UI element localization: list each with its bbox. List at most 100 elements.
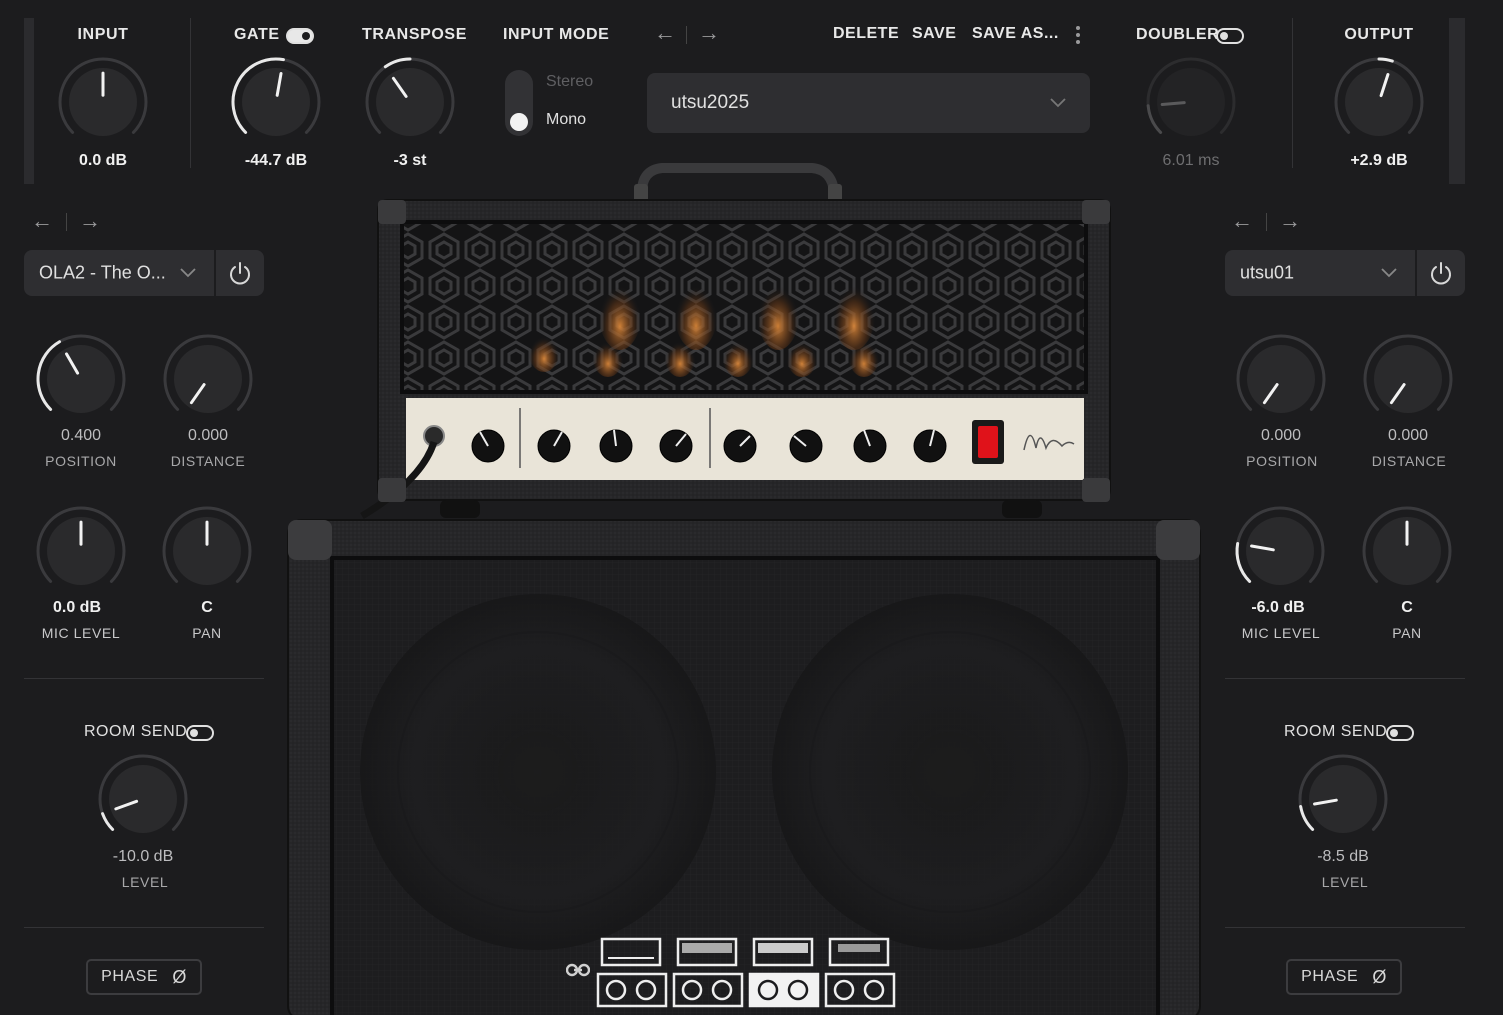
- power-icon: [230, 262, 250, 285]
- right-position-value: 0.000: [1260, 427, 1302, 444]
- left-position-value: 0.400: [60, 427, 102, 444]
- cab-option-selected[interactable]: [748, 936, 820, 1008]
- link-icon[interactable]: [565, 960, 591, 980]
- left-position-label: POSITION: [45, 453, 117, 469]
- input-value: 0.0 dB: [78, 152, 127, 169]
- right-mic-level-label: MIC LEVEL: [1241, 625, 1321, 641]
- divider: [686, 26, 687, 44]
- left-edge-bar: [24, 18, 34, 184]
- right-position-knob[interactable]: [1235, 333, 1327, 425]
- left-distance-value: 0.000: [187, 427, 229, 444]
- chevron-down-icon: [1050, 98, 1066, 108]
- right-distance-value: 0.000: [1387, 427, 1429, 444]
- input-label: INPUT: [77, 26, 129, 43]
- doubler-knob[interactable]: [1145, 56, 1237, 148]
- preset-prev-arrow-icon[interactable]: ←: [654, 22, 676, 44]
- left-distance-label: DISTANCE: [170, 453, 246, 469]
- right-pan-label: PAN: [1392, 625, 1422, 641]
- input-mode-mono[interactable]: Mono: [546, 111, 586, 129]
- gate-knob[interactable]: [230, 56, 322, 148]
- output-label: OUTPUT: [1344, 26, 1414, 43]
- right-position-label: POSITION: [1246, 453, 1318, 469]
- cab-selector: [596, 936, 896, 1008]
- left-power-button[interactable]: [214, 250, 264, 296]
- divider: [1292, 18, 1293, 168]
- left-pan-label: PAN: [192, 625, 222, 641]
- preset-dropdown[interactable]: utsu2025: [647, 73, 1090, 133]
- divider: [1225, 927, 1465, 928]
- output-value: +2.9 dB: [1350, 152, 1408, 169]
- left-cab-prev-arrow-icon[interactable]: ←: [31, 210, 53, 232]
- left-cab-name: OLA2 - The O...: [39, 262, 166, 283]
- gate-label: GATE: [234, 26, 280, 43]
- left-pan-value: C: [201, 599, 213, 616]
- phase-icon: Ø: [1372, 966, 1387, 987]
- input-mode-thumb: [510, 113, 528, 131]
- cab-option[interactable]: [596, 936, 668, 1008]
- left-room-level-value: -10.0 dB: [112, 848, 174, 865]
- input-knob[interactable]: [57, 56, 149, 148]
- right-phase-button[interactable]: PHASE Ø: [1286, 959, 1402, 995]
- preset-name: utsu2025: [671, 92, 750, 113]
- right-room-level-label: LEVEL: [1321, 874, 1369, 890]
- divider: [1266, 213, 1267, 231]
- right-room-level-knob[interactable]: [1297, 753, 1389, 845]
- left-cab-dropdown[interactable]: OLA2 - The O...: [24, 250, 214, 296]
- left-mic-level-value: 0.0 dB: [52, 599, 101, 616]
- left-phase-button[interactable]: PHASE Ø: [86, 959, 202, 995]
- transpose-label: TRANSPOSE: [362, 26, 467, 43]
- left-mic-level-knob[interactable]: [35, 505, 127, 597]
- left-room-send-label: ROOM SEND: [84, 723, 188, 740]
- right-cab-dropdown[interactable]: utsu01: [1225, 250, 1415, 296]
- left-phase-label: PHASE: [101, 968, 159, 985]
- input-mode-switch[interactable]: [505, 70, 533, 136]
- right-cab-prev-arrow-icon[interactable]: ←: [1231, 210, 1253, 232]
- right-distance-knob[interactable]: [1362, 333, 1454, 425]
- input-mode-stereo[interactable]: Stereo: [546, 73, 593, 91]
- doubler-toggle[interactable]: [1216, 28, 1244, 44]
- left-distance-knob[interactable]: [162, 333, 254, 425]
- save-button[interactable]: SAVE: [912, 25, 956, 43]
- divider: [1225, 678, 1465, 679]
- left-cab-next-arrow-icon[interactable]: →: [79, 210, 101, 232]
- divider: [24, 678, 264, 679]
- divider: [66, 213, 67, 231]
- amp-visual: [282, 160, 1206, 1015]
- doubler-label: DOUBLER: [1136, 26, 1220, 43]
- right-edge-bar: [1449, 18, 1465, 184]
- transpose-knob[interactable]: [364, 56, 456, 148]
- left-mic-level-label: MIC LEVEL: [41, 625, 121, 641]
- output-knob[interactable]: [1333, 56, 1425, 148]
- delete-button[interactable]: DELETE: [833, 25, 899, 43]
- left-position-knob[interactable]: [35, 333, 127, 425]
- save-as-button[interactable]: SAVE AS...: [972, 25, 1059, 43]
- right-mic-level-knob[interactable]: [1234, 505, 1326, 597]
- divider: [190, 18, 191, 168]
- chevron-down-icon: [1381, 268, 1397, 278]
- phase-icon: Ø: [172, 966, 187, 987]
- right-room-send-toggle[interactable]: [1386, 725, 1414, 741]
- cab-option[interactable]: [672, 936, 744, 1008]
- right-power-button[interactable]: [1415, 250, 1465, 296]
- left-room-level-label: LEVEL: [121, 874, 169, 890]
- right-pan-value: C: [1401, 599, 1413, 616]
- divider: [24, 927, 264, 928]
- right-phase-label: PHASE: [1301, 968, 1359, 985]
- gate-toggle[interactable]: [286, 28, 314, 44]
- chevron-down-icon: [180, 268, 196, 278]
- preset-next-arrow-icon[interactable]: →: [698, 22, 720, 44]
- left-room-level-knob[interactable]: [97, 753, 189, 845]
- right-distance-label: DISTANCE: [1371, 453, 1447, 469]
- right-cab-next-arrow-icon[interactable]: →: [1279, 210, 1301, 232]
- more-options-icon[interactable]: [1072, 24, 1084, 48]
- right-cab-name: utsu01: [1240, 262, 1295, 283]
- right-mic-level-value: -6.0 dB: [1251, 599, 1305, 616]
- cab-option[interactable]: [824, 936, 896, 1008]
- right-room-level-value: -8.5 dB: [1317, 848, 1369, 865]
- power-icon: [1431, 262, 1451, 285]
- right-pan-knob[interactable]: [1361, 505, 1453, 597]
- left-room-send-toggle[interactable]: [186, 725, 214, 741]
- input-mode-label: INPUT MODE: [503, 26, 610, 43]
- left-pan-knob[interactable]: [161, 505, 253, 597]
- right-room-send-label: ROOM SEND: [1284, 723, 1388, 740]
